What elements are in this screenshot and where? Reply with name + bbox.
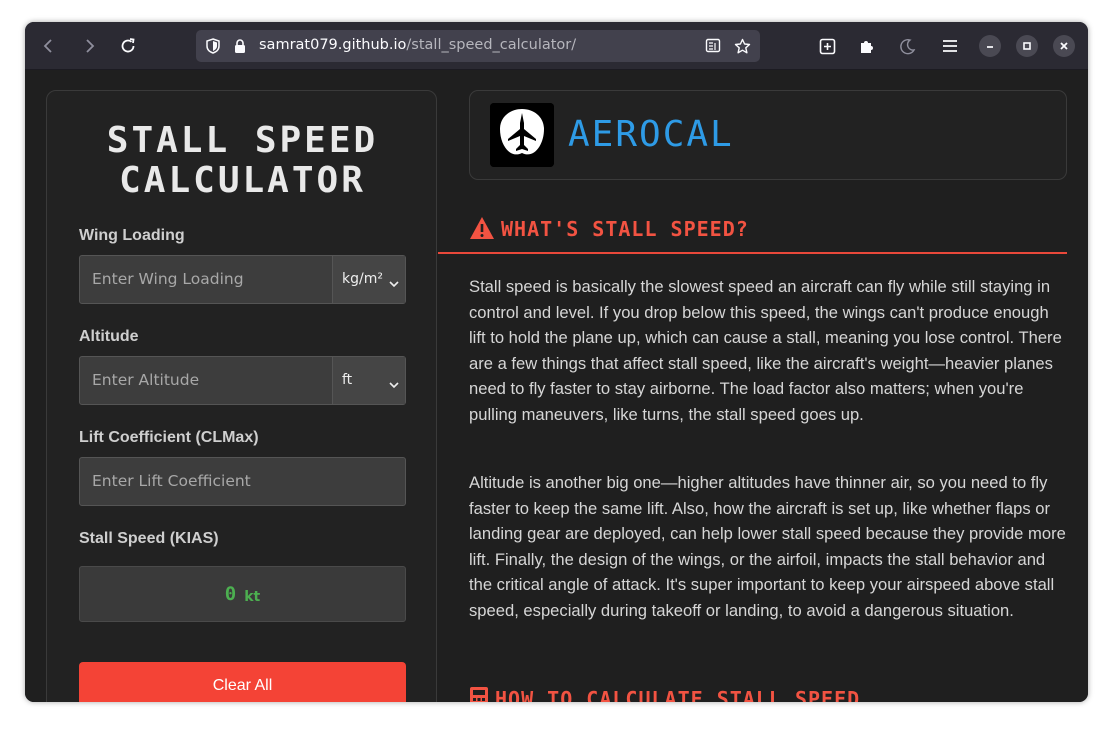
maximize-button[interactable] xyxy=(1016,35,1038,57)
reader-view-icon[interactable] xyxy=(702,34,726,58)
new-tab-icon[interactable] xyxy=(815,34,839,58)
altitude-input[interactable]: Enter Altitude ft xyxy=(79,356,406,405)
browser-window: samrat079.github.io/stall_speed_calculat… xyxy=(25,22,1088,702)
altitude-label: Altitude xyxy=(79,328,139,345)
calculator-panel: STALL SPEED CALCULATOR Wing Loading Ente… xyxy=(46,90,437,702)
altitude-placeholder: Enter Altitude xyxy=(92,371,200,389)
stall-speed-value: 0 xyxy=(224,583,237,605)
extensions-icon[interactable] xyxy=(855,34,879,58)
page-content: STALL SPEED CALCULATOR Wing Loading Ente… xyxy=(25,70,1088,702)
stall-speed-result: 0 kt xyxy=(79,566,406,622)
section-heading-what: WHAT'S STALL SPEED? xyxy=(469,216,749,241)
wing-loading-unit-value: kg/m² xyxy=(342,271,383,287)
back-icon[interactable] xyxy=(37,34,61,58)
bookmark-star-icon[interactable] xyxy=(730,34,754,58)
close-window-button[interactable] xyxy=(1053,35,1075,57)
minimize-button[interactable] xyxy=(979,35,1001,57)
wing-loading-unit-select[interactable]: kg/m² xyxy=(332,256,405,303)
lift-coefficient-input[interactable]: Enter Lift Coefficient xyxy=(79,457,406,506)
calculator-icon xyxy=(470,687,488,702)
reload-icon[interactable] xyxy=(116,34,140,58)
calculator-title: STALL SPEED CALCULATOR xyxy=(47,121,438,201)
hamburger-menu-icon[interactable] xyxy=(938,34,962,58)
paragraph-2: Altitude is another big one—higher altit… xyxy=(469,473,1066,620)
chevron-down-icon xyxy=(389,374,399,393)
wing-loading-label: Wing Loading xyxy=(79,227,185,244)
lock-icon[interactable] xyxy=(228,34,252,58)
brand-header: AEROCAL xyxy=(469,90,1067,180)
stall-speed-unit: kt xyxy=(244,589,261,605)
url-text[interactable]: samrat079.github.io/stall_speed_calculat… xyxy=(259,37,576,53)
forward-icon[interactable] xyxy=(77,34,101,58)
section-divider xyxy=(438,252,1067,254)
title-line-2: CALCULATOR xyxy=(119,160,366,201)
shield-icon[interactable] xyxy=(201,34,225,58)
brand-name[interactable]: AEROCAL xyxy=(568,113,734,157)
stall-speed-label: Stall Speed (KIAS) xyxy=(79,530,219,547)
heading-text: WHAT'S STALL SPEED? xyxy=(501,217,749,241)
chevron-down-icon xyxy=(389,273,399,292)
url-bar[interactable]: samrat079.github.io/stall_speed_calculat… xyxy=(196,30,760,62)
altitude-unit-select[interactable]: ft xyxy=(332,357,405,404)
wing-loading-placeholder: Enter Wing Loading xyxy=(92,270,244,288)
section-heading-how: HOW TO CALCULATE STALL SPEED xyxy=(469,686,860,702)
aerocal-logo-icon[interactable] xyxy=(490,103,554,167)
altitude-unit-value: ft xyxy=(342,372,353,388)
lift-coefficient-placeholder: Enter Lift Coefficient xyxy=(92,472,251,490)
paragraph-1: Stall speed is basically the slowest spe… xyxy=(469,277,1062,424)
article-column: AEROCAL WHAT'S STALL SPEED? Stall speed … xyxy=(438,70,1088,702)
dark-mode-moon-icon[interactable] xyxy=(895,34,919,58)
heading-text: HOW TO CALCULATE STALL SPEED xyxy=(495,687,861,702)
lift-coefficient-label: Lift Coefficient (CLMax) xyxy=(79,429,259,446)
wing-loading-input[interactable]: Enter Wing Loading kg/m² xyxy=(79,255,406,304)
browser-toolbar: samrat079.github.io/stall_speed_calculat… xyxy=(25,22,1088,70)
title-line-1: STALL SPEED xyxy=(106,120,379,161)
warning-triangle-icon xyxy=(470,217,494,239)
clear-all-button[interactable]: Clear All xyxy=(79,662,406,702)
